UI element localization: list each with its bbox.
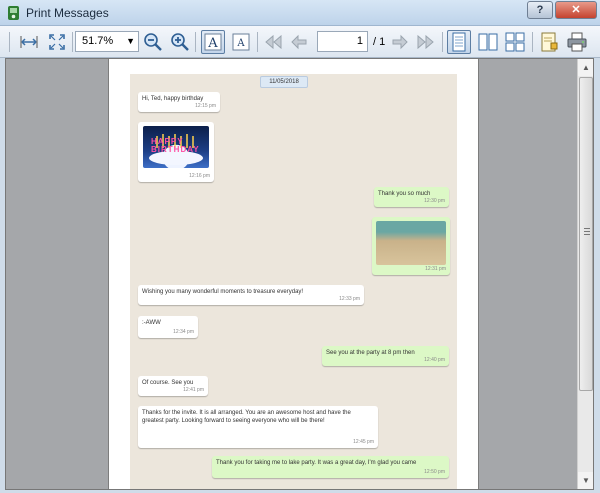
message-text: Wishing you many wonderful moments to tr… bbox=[142, 289, 304, 295]
fit-page-icon bbox=[48, 33, 66, 51]
zoom-out-button[interactable] bbox=[142, 30, 164, 54]
chevron-down-icon: ▼ bbox=[126, 36, 135, 46]
page-setup-icon bbox=[540, 32, 558, 52]
font-smaller-icon: A bbox=[232, 33, 250, 51]
message-time: 12:33 pm bbox=[339, 296, 360, 302]
scroll-down-button[interactable]: ▼ bbox=[578, 472, 593, 489]
separator bbox=[532, 32, 533, 52]
print-button[interactable] bbox=[565, 30, 589, 54]
previous-page-icon bbox=[289, 33, 309, 51]
scroll-up-button[interactable]: ▲ bbox=[578, 59, 593, 76]
message-time: 12:31 pm bbox=[425, 266, 446, 272]
message-bubble: Hi, Ted, happy birthday 12:15 pm bbox=[138, 92, 220, 112]
overview-icon bbox=[505, 32, 525, 52]
message-text: See you at the party at 8 pm then bbox=[326, 350, 415, 356]
message-bubble: Thanks for the invite. It is all arrange… bbox=[138, 406, 378, 448]
first-page-button[interactable] bbox=[262, 30, 284, 54]
close-button[interactable]: ✕ bbox=[555, 1, 597, 19]
last-page-button[interactable] bbox=[415, 30, 437, 54]
single-page-icon bbox=[450, 32, 468, 52]
birthday-cake-photo: HAPPY BIRTHDAY bbox=[143, 126, 209, 168]
page-total: / 1 bbox=[373, 36, 386, 48]
single-page-button[interactable] bbox=[447, 30, 471, 54]
cake-lettering: HAPPY BIRTHDAY bbox=[151, 137, 200, 154]
message-bubble: See you at the party at 8 pm then 12:40 … bbox=[322, 346, 449, 366]
separator bbox=[195, 32, 196, 52]
preview-page: 11/05/2018 Hi, Ted, happy birthday 12:15… bbox=[108, 59, 479, 489]
app-icon bbox=[7, 5, 20, 21]
image-message: 12:31 pm bbox=[372, 217, 450, 275]
message-time: 12:15 pm bbox=[195, 103, 216, 109]
message-time: 12:16 pm bbox=[189, 173, 210, 179]
fit-width-button[interactable] bbox=[17, 30, 41, 54]
toolbar: 51.7% ▼ A A 1 / 1 bbox=[0, 26, 600, 58]
font-larger-button[interactable]: A bbox=[201, 30, 225, 54]
title-bar: Print Messages ? ✕ bbox=[0, 0, 600, 26]
zoom-value: 51.7% bbox=[82, 35, 114, 47]
facing-pages-icon bbox=[478, 32, 498, 52]
vertical-scrollbar[interactable]: ▲ ▼ bbox=[577, 59, 593, 489]
font-smaller-button[interactable]: A bbox=[229, 30, 253, 54]
message-text: Thanks for the invite. It is all arrange… bbox=[142, 410, 351, 424]
facing-pages-button[interactable] bbox=[476, 30, 500, 54]
page-number-input[interactable]: 1 bbox=[317, 31, 368, 52]
message-bubble: Thank you so much 12:30 pm bbox=[374, 187, 449, 207]
fit-width-icon bbox=[20, 33, 38, 51]
beach-photo bbox=[376, 221, 446, 265]
last-page-icon bbox=[416, 33, 436, 51]
conversation: 11/05/2018 Hi, Ted, happy birthday 12:15… bbox=[130, 74, 457, 489]
separator bbox=[257, 32, 258, 52]
message-time: 12:41 pm bbox=[183, 387, 204, 393]
next-page-button[interactable] bbox=[389, 30, 411, 54]
next-page-icon bbox=[390, 33, 410, 51]
message-time: 12:30 pm bbox=[424, 198, 445, 204]
toolbar-grip bbox=[9, 32, 10, 52]
zoom-in-icon bbox=[170, 32, 190, 52]
page-setup-button[interactable] bbox=[537, 30, 561, 54]
image-message: HAPPY BIRTHDAY 12:16 pm bbox=[138, 122, 214, 182]
font-larger-icon: A bbox=[204, 33, 222, 51]
message-text: Hi, Ted, happy birthday bbox=[142, 96, 204, 102]
message-bubble: Of course. See you 12:41 pm bbox=[138, 376, 208, 396]
zoom-out-icon bbox=[143, 32, 163, 52]
message-time: 12:40 pm bbox=[424, 357, 445, 363]
message-time: 12:45 pm bbox=[353, 439, 374, 445]
message-bubble: :-AWW 12:34 pm bbox=[138, 316, 198, 338]
print-preview-area: 11/05/2018 Hi, Ted, happy birthday 12:15… bbox=[5, 58, 594, 490]
message-time: 12:34 pm bbox=[173, 329, 194, 335]
message-time: 12:50 pm bbox=[424, 469, 445, 475]
svg-text:A: A bbox=[236, 38, 245, 49]
fit-page-button[interactable] bbox=[45, 30, 69, 54]
previous-page-button[interactable] bbox=[288, 30, 310, 54]
message-text: Thank you for taking me to lake party. I… bbox=[216, 460, 417, 466]
zoom-select[interactable]: 51.7% ▼ bbox=[75, 31, 139, 52]
zoom-in-button[interactable] bbox=[169, 30, 191, 54]
separator bbox=[442, 32, 443, 52]
print-icon bbox=[567, 32, 587, 52]
message-bubble: Thank you for taking me to lake party. I… bbox=[212, 456, 449, 478]
overview-button[interactable] bbox=[503, 30, 527, 54]
svg-text:A: A bbox=[207, 36, 218, 51]
grip-icon bbox=[584, 228, 590, 235]
scroll-thumb[interactable] bbox=[579, 77, 593, 391]
first-page-icon bbox=[263, 33, 283, 51]
help-button[interactable]: ? bbox=[527, 1, 553, 19]
date-header: 11/05/2018 bbox=[260, 76, 308, 88]
message-text: :-AWW bbox=[142, 320, 161, 326]
window-title: Print Messages bbox=[26, 6, 109, 20]
message-bubble: Wishing you many wonderful moments to tr… bbox=[138, 285, 364, 305]
separator bbox=[72, 32, 73, 52]
message-text: Thank you so much bbox=[378, 191, 431, 197]
